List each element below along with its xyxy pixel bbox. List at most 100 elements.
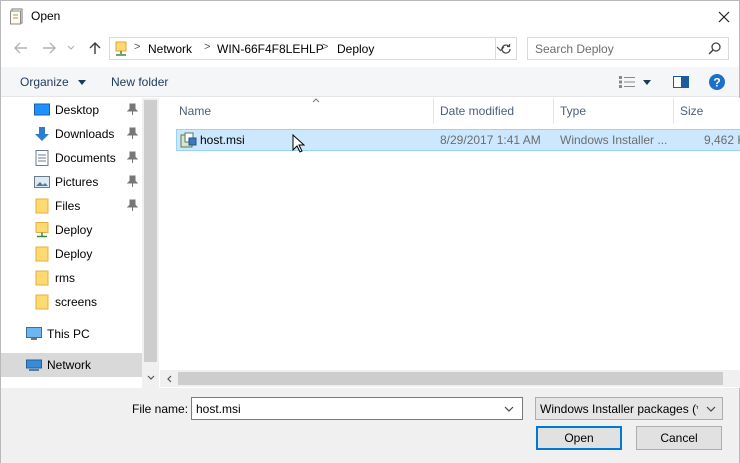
scroll-down-button[interactable]: [144, 370, 157, 384]
chevron-left-icon: [166, 375, 171, 382]
nav-item-screens[interactable]: screens: [1, 290, 142, 314]
close-button[interactable]: [709, 2, 739, 31]
title-bar: Open: [1, 1, 739, 32]
column-header-label: Date modified: [440, 104, 515, 118]
address-bar[interactable]: > Network > WIN-66F4F8LEHLP > Deploy: [109, 37, 517, 60]
nav-item-label: Desktop: [55, 103, 100, 117]
close-icon: [718, 11, 730, 22]
file-row[interactable]: host.msi 8/29/2017 1:41 AM Windows Insta…: [176, 129, 740, 151]
column-header-label: Type: [560, 104, 587, 118]
window-title: Open: [31, 9, 61, 23]
file-type-filter-value: Windows Installer packages (*.r: [540, 402, 698, 416]
file-type-filter-select[interactable]: Windows Installer packages (*.r: [535, 397, 723, 420]
column-header-size[interactable]: Size: [674, 98, 740, 124]
organize-label: Organize: [20, 75, 69, 89]
file-type: Windows Installer ...: [560, 133, 668, 147]
cancel-button[interactable]: Cancel: [636, 426, 722, 450]
documents-icon: [35, 150, 49, 166]
breadcrumb-separator: >: [322, 41, 329, 53]
file-date: 8/29/2017 1:41 AM: [440, 133, 541, 147]
file-list-horizontal-scrollbar[interactable]: [160, 370, 740, 387]
nav-item-documents[interactable]: Documents: [1, 146, 142, 170]
desktop-icon: [34, 103, 50, 116]
preview-pane-button[interactable]: [671, 72, 691, 92]
svg-text:?: ?: [713, 76, 720, 90]
nav-item-network[interactable]: Network: [1, 353, 142, 377]
column-header-type[interactable]: Type: [554, 98, 673, 124]
nav-item-label: rms: [55, 271, 75, 285]
folder-icon: [35, 294, 49, 310]
scrollbar-thumb[interactable]: [144, 100, 157, 362]
nav-item-this-pc[interactable]: This PC: [1, 322, 142, 346]
search-box[interactable]: Search Deploy: [527, 37, 729, 60]
nav-item-label: Deploy: [55, 223, 93, 237]
navigation-pane-scrollbar[interactable]: [142, 98, 159, 388]
nav-item-label: Pictures: [55, 175, 99, 189]
nav-item-label: This PC: [47, 327, 90, 341]
folder-icon: [35, 198, 49, 214]
search-icon: [708, 42, 721, 55]
breadcrumb-separator: >: [204, 41, 211, 53]
command-toolbar: Organize New folder ?: [1, 67, 739, 97]
nav-item-deploy[interactable]: Deploy: [1, 242, 142, 266]
nav-item-label: Deploy: [55, 247, 93, 261]
file-list: Name Date modified Type Size host.msi 8/…: [160, 98, 740, 388]
navigation-pane: Desktop Downloads Documents Pictures Fil…: [1, 98, 159, 388]
scroll-left-button[interactable]: [163, 372, 175, 385]
chevron-down-icon: [706, 406, 716, 412]
nav-item-pictures[interactable]: Pictures: [1, 170, 142, 194]
column-header-name[interactable]: Name: [173, 98, 433, 124]
chevron-down-icon: [147, 375, 154, 380]
column-header-date[interactable]: Date modified: [434, 98, 553, 124]
pin-icon: [127, 175, 138, 187]
file-name-input[interactable]: host.msi: [191, 397, 523, 420]
network-icon: [26, 359, 42, 371]
pin-icon: [127, 103, 138, 115]
open-dialog: Open > Network > WIN-66F4F8LEHLP > Deplo…: [0, 0, 740, 463]
details-view-icon: [619, 76, 635, 88]
scrollbar-thumb[interactable]: [178, 372, 723, 385]
change-view-button[interactable]: [615, 72, 655, 92]
pin-icon: [127, 127, 138, 139]
arrow-right-icon: [43, 42, 56, 54]
arrow-left-icon: [14, 42, 27, 54]
dialog-footer: File name: host.msi Windows Installer pa…: [1, 388, 739, 463]
refresh-button[interactable]: [495, 38, 516, 59]
pictures-icon: [34, 176, 50, 188]
nav-item-desktop[interactable]: Desktop: [1, 98, 142, 122]
help-icon: ?: [709, 74, 725, 90]
caret-down-icon: [643, 79, 651, 85]
nav-item-label: Network: [47, 358, 92, 372]
installer-package-icon: [180, 132, 197, 148]
caret-down-icon: [78, 80, 87, 86]
refresh-icon: [501, 43, 511, 54]
search-placeholder[interactable]: Search Deploy: [535, 42, 614, 56]
open-button[interactable]: Open: [536, 426, 622, 450]
nav-item-files[interactable]: Files: [1, 194, 142, 218]
document-icon: [10, 8, 23, 25]
recent-locations-button[interactable]: [65, 39, 77, 57]
breadcrumb-server[interactable]: WIN-66F4F8LEHLP: [217, 42, 324, 56]
breadcrumb-deploy[interactable]: Deploy: [337, 42, 374, 56]
forward-button[interactable]: [40, 39, 58, 57]
nav-item-deploy-network[interactable]: Deploy: [1, 218, 142, 242]
chevron-down-icon: [67, 45, 75, 50]
help-button[interactable]: ?: [707, 72, 727, 92]
new-folder-button[interactable]: New folder: [111, 75, 168, 89]
nav-item-label: Files: [55, 199, 81, 213]
folder-icon: [35, 246, 49, 262]
chevron-down-icon[interactable]: [504, 402, 514, 416]
folder-icon: [35, 270, 49, 286]
organize-button[interactable]: Organize: [20, 75, 87, 89]
preview-pane-icon: [673, 76, 689, 88]
file-name: host.msi: [200, 133, 245, 147]
mouse-pointer-icon: [292, 134, 305, 153]
nav-item-downloads[interactable]: Downloads: [1, 122, 142, 146]
up-button[interactable]: [86, 39, 104, 57]
file-name-value[interactable]: host.msi: [196, 402, 241, 416]
breadcrumb-network[interactable]: Network: [148, 42, 192, 56]
network-folder-icon: [35, 222, 49, 238]
back-button[interactable]: [12, 39, 30, 57]
nav-item-rms[interactable]: rms: [1, 266, 142, 290]
arrow-up-icon: [89, 42, 101, 54]
